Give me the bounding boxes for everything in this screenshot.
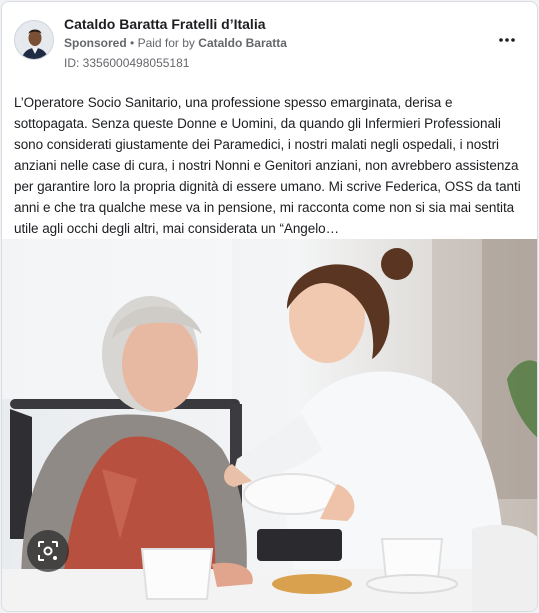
page-name[interactable]: Cataldo Baratta Fratelli d’Italia — [64, 16, 266, 32]
post-header: Cataldo Baratta Fratelli d’Italia Sponso… — [2, 2, 537, 82]
page-avatar[interactable] — [14, 20, 54, 60]
ad-post-card: Cataldo Baratta Fratelli d’Italia Sponso… — [1, 1, 538, 612]
sponsored-label[interactable]: Sponsored — [64, 36, 127, 50]
visual-search-icon — [38, 541, 58, 561]
paid-for-prefix: Paid for by — [137, 36, 195, 50]
separator-dot: • — [130, 36, 135, 50]
paid-for-name[interactable]: Cataldo Baratta — [198, 36, 287, 50]
post-image[interactable] — [2, 239, 537, 611]
post-body: L’Operatore Socio Sanitario, una profess… — [14, 92, 528, 239]
post-body-text: L’Operatore Socio Sanitario, una profess… — [14, 95, 521, 236]
visual-search-button[interactable] — [27, 530, 69, 572]
ad-id: ID: 3356000498055181 — [64, 56, 190, 70]
more-options-button[interactable] — [495, 30, 519, 50]
caregiver-photo — [2, 239, 537, 611]
sponsored-line: Sponsored • Paid for by Cataldo Baratta — [64, 36, 287, 50]
avatar-photo — [15, 21, 53, 59]
more-horizontal-icon — [499, 38, 515, 42]
